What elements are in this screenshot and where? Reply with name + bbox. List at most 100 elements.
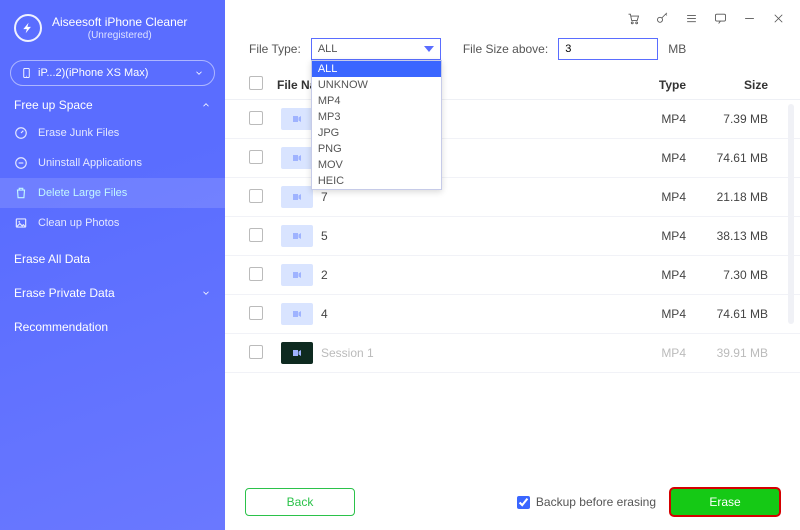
video-thumb-icon (281, 264, 313, 286)
sidebar-menu-recommendation[interactable]: Recommendation (0, 306, 225, 340)
file-type: MP4 (606, 229, 686, 243)
sidebar-item-delete-large-files[interactable]: Delete Large Files (0, 178, 225, 208)
row-checkbox[interactable] (249, 189, 263, 203)
file-size-input[interactable] (558, 38, 658, 60)
file-type-option[interactable]: PNG (312, 141, 441, 157)
sidebar-menu-erase-private-data[interactable]: Erase Private Data (0, 272, 225, 306)
dropdown-arrow-icon (424, 46, 434, 52)
col-header-type[interactable]: Type (606, 78, 686, 92)
file-type-select[interactable]: ALL ALLUNKNOWMP4MP3JPGPNGMOVHEIC (311, 38, 441, 60)
table-row[interactable]: Session 1 MP439.91 MB (225, 334, 800, 373)
file-type: MP4 (606, 268, 686, 282)
file-name: Session 1 (321, 346, 374, 360)
sidebar-item-label: Delete Large Files (38, 187, 127, 199)
file-type: MP4 (606, 307, 686, 321)
file-name: 2 (321, 268, 328, 282)
device-selector[interactable]: iP...2)(iPhone XS Max) (10, 60, 215, 86)
phone-icon (21, 66, 32, 80)
minus-circle-icon (14, 156, 28, 170)
row-checkbox[interactable] (249, 150, 263, 164)
row-checkbox[interactable] (249, 345, 263, 359)
file-type-option[interactable]: HEIC (312, 173, 441, 189)
sidebar-section-free-up-space[interactable]: Free up Space (0, 86, 225, 118)
file-size-unit: MB (668, 42, 686, 56)
video-thumb-icon (281, 342, 313, 364)
feedback-icon[interactable] (713, 11, 728, 26)
video-thumb-icon (281, 147, 313, 169)
col-header-size[interactable]: Size (686, 78, 776, 92)
file-type: MP4 (606, 151, 686, 165)
video-thumb-icon (281, 186, 313, 208)
backup-label: Backup before erasing (536, 495, 656, 509)
app-subtitle: (Unregistered) (52, 30, 187, 41)
video-thumb-icon (281, 303, 313, 325)
file-name: 5 (321, 229, 328, 243)
menu-label: Erase All Data (14, 252, 90, 266)
file-type-option[interactable]: UNKNOW (312, 77, 441, 93)
footer-bar: Back Backup before erasing Erase (225, 476, 800, 530)
file-size: 7.30 MB (686, 268, 776, 282)
file-type-option[interactable]: ALL (312, 61, 441, 77)
menu-label: Recommendation (14, 320, 108, 334)
file-size: 21.18 MB (686, 190, 776, 204)
back-button[interactable]: Back (245, 488, 355, 516)
backup-checkbox-input[interactable] (517, 496, 530, 509)
row-checkbox[interactable] (249, 267, 263, 281)
file-name: 7 (321, 190, 328, 204)
select-all-checkbox[interactable] (249, 76, 263, 90)
sidebar: Aiseesoft iPhone Cleaner (Unregistered) … (0, 0, 225, 530)
sidebar-item-erase-junk-files[interactable]: Erase Junk Files (0, 118, 225, 148)
sidebar-item-uninstall-applications[interactable]: Uninstall Applications (0, 148, 225, 178)
minimize-icon[interactable] (742, 11, 757, 26)
device-label: iP...2)(iPhone XS Max) (38, 67, 148, 79)
table-row[interactable]: 2 MP47.30 MB (225, 256, 800, 295)
titlebar (225, 0, 800, 36)
sidebar-item-clean-up-photos[interactable]: Clean up Photos (0, 208, 225, 238)
file-type-option[interactable]: JPG (312, 125, 441, 141)
app-title: Aiseesoft iPhone Cleaner (52, 15, 187, 31)
file-type: MP4 (606, 112, 686, 126)
backup-before-erasing-checkbox[interactable]: Backup before erasing (517, 495, 656, 509)
key-icon[interactable] (655, 11, 670, 26)
menu-icon[interactable] (684, 11, 699, 26)
filter-bar: File Type: ALL ALLUNKNOWMP4MP3JPGPNGMOVH… (225, 36, 800, 70)
table-row[interactable]: 4 MP474.61 MB (225, 295, 800, 334)
sidebar-menu-erase-all-data[interactable]: Erase All Data (0, 238, 225, 272)
app-logo-icon (14, 14, 42, 42)
file-type: MP4 (606, 346, 686, 360)
file-size-label: File Size above: (463, 42, 548, 56)
gauge-icon (14, 126, 28, 140)
video-thumb-icon (281, 108, 313, 130)
file-type: MP4 (606, 190, 686, 204)
file-type-option[interactable]: MOV (312, 157, 441, 173)
file-size: 74.61 MB (686, 307, 776, 321)
cart-icon[interactable] (626, 11, 641, 26)
section-label: Free up Space (14, 98, 93, 112)
file-type-value: ALL (318, 43, 338, 55)
file-size: 38.13 MB (686, 229, 776, 243)
sidebar-item-label: Uninstall Applications (38, 157, 142, 169)
file-size: 39.91 MB (686, 346, 776, 360)
image-icon (14, 216, 28, 230)
sidebar-item-label: Clean up Photos (38, 217, 119, 229)
file-type-option[interactable]: MP3 (312, 109, 441, 125)
video-thumb-icon (281, 225, 313, 247)
sidebar-item-label: Erase Junk Files (38, 127, 119, 139)
chevron-up-icon (201, 100, 211, 110)
close-icon[interactable] (771, 11, 786, 26)
trash-icon (14, 186, 28, 200)
row-checkbox[interactable] (249, 306, 263, 320)
row-checkbox[interactable] (249, 228, 263, 242)
table-row[interactable]: 5 MP438.13 MB (225, 217, 800, 256)
main-panel: File Type: ALL ALLUNKNOWMP4MP3JPGPNGMOVH… (225, 0, 800, 530)
erase-button[interactable]: Erase (670, 488, 780, 516)
row-checkbox[interactable] (249, 111, 263, 125)
chevron-down-icon (194, 68, 204, 78)
file-name: 4 (321, 307, 328, 321)
file-type-label: File Type: (249, 42, 301, 56)
scrollbar[interactable] (788, 104, 794, 324)
brand: Aiseesoft iPhone Cleaner (Unregistered) (0, 0, 225, 50)
file-type-dropdown: ALLUNKNOWMP4MP3JPGPNGMOVHEIC (311, 60, 442, 190)
file-size: 7.39 MB (686, 112, 776, 126)
file-type-option[interactable]: MP4 (312, 93, 441, 109)
